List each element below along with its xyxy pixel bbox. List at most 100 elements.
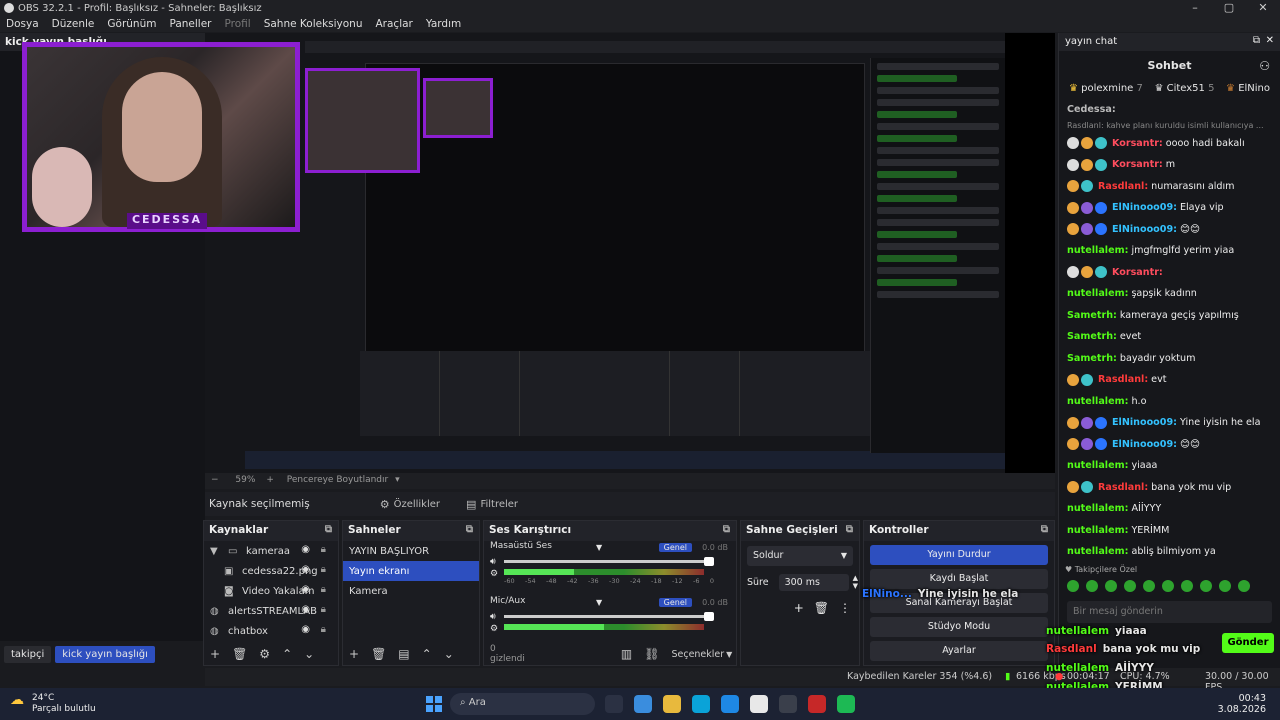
menu-docks[interactable]: Paneller (169, 18, 211, 30)
arrow-down-icon[interactable]: ⌄ (304, 647, 314, 661)
chat-username[interactable]: ElNinooo09: (1112, 219, 1177, 241)
chat-username[interactable]: Sametrh: (1067, 305, 1117, 327)
duration-input[interactable]: 300 ms (778, 573, 849, 591)
chevron-down-icon[interactable]: ▼ (596, 543, 602, 552)
lock-icon[interactable]: 🔒︎ (321, 564, 326, 575)
tab-takipci[interactable]: takipçi (4, 645, 52, 663)
lock-icon[interactable]: 🔒︎ (321, 584, 326, 595)
scene-item[interactable]: YAYIN BAŞLIYOR (343, 541, 479, 561)
speaker-icon[interactable]: 🔊︎ (490, 612, 496, 622)
chat-input[interactable]: Bir mesaj gönderin (1067, 601, 1272, 623)
arrow-up-icon[interactable]: ⌃ (422, 647, 432, 661)
minimize-button[interactable]: – (1178, 0, 1212, 16)
menu-scene-collection[interactable]: Sahne Koleksiyonu (264, 18, 363, 30)
options-button[interactable]: Seçenekler (671, 649, 724, 660)
link-icon[interactable]: ⛓ (644, 647, 659, 661)
taskbar-app-icon[interactable] (663, 695, 681, 713)
slider-knob[interactable] (704, 612, 714, 621)
speaker-icon[interactable]: 🔊︎ (490, 557, 496, 567)
chat-username[interactable]: Sametrh: (1067, 348, 1117, 370)
settings-icon[interactable]: ⚙ (490, 569, 498, 579)
chat-username[interactable]: nutellalem: (1067, 455, 1128, 477)
trash-icon[interactable]: 🗑︎ (232, 647, 247, 661)
add-icon[interactable]: + (210, 647, 220, 661)
fit-mode-select[interactable]: Pencereye Boyutlandır (287, 475, 388, 485)
pop-out-icon[interactable]: ⧉ (1041, 524, 1048, 535)
chevron-down-icon[interactable]: ▼ (596, 598, 602, 607)
start-recording-button[interactable]: Kaydı Başlat (870, 569, 1048, 589)
send-button[interactable]: Gönder (1222, 633, 1274, 653)
transition-select[interactable]: Soldur ▼ (747, 546, 853, 566)
taskbar-app-icon[interactable] (750, 695, 768, 713)
chat-username[interactable]: ElNinooo09: (1112, 197, 1177, 219)
source-item[interactable]: ◍ alertsSTREAMLAB ◉ 🔒︎ (204, 601, 338, 621)
chat-username[interactable]: nutellalem: (1067, 240, 1128, 262)
arrow-up-icon[interactable]: ⌃ (282, 647, 292, 661)
close-button[interactable]: ✕ (1246, 0, 1280, 16)
volume-slider[interactable] (504, 612, 714, 621)
scene-item[interactable]: Kamera (343, 581, 479, 601)
add-icon[interactable]: + (794, 601, 804, 615)
channel-mode[interactable]: Genel (658, 598, 692, 607)
taskbar-app-icon[interactable] (837, 695, 855, 713)
slider-knob[interactable] (704, 557, 714, 566)
expand-arrow-icon[interactable]: ▼ (210, 546, 224, 557)
clock[interactable]: 00:43 3.08.2026 (1218, 693, 1266, 715)
menu-file[interactable]: Dosya (6, 18, 39, 30)
more-icon[interactable]: ⋮ (839, 601, 851, 615)
trash-icon[interactable]: 🗑︎ (814, 601, 829, 615)
leader-item[interactable]: ♛ Citex51 5 (1154, 83, 1214, 97)
pop-out-icon[interactable]: ⧉ (1253, 35, 1260, 46)
source-item[interactable]: ▣ cedessa22.png ◉ 🔒︎ (204, 561, 338, 581)
chat-username[interactable]: nutellalem: (1067, 498, 1128, 520)
properties-button[interactable]: ⚙ Özellikler (370, 496, 450, 513)
pop-out-icon[interactable]: ⧉ (723, 524, 730, 535)
menu-view[interactable]: Görünüm (107, 18, 156, 30)
chat-tab[interactable]: Sohbet ⚇ (1059, 51, 1280, 81)
chat-username[interactable]: Sametrh: (1067, 326, 1117, 348)
tab-kick-title[interactable]: kick yayın başlığı (55, 645, 155, 663)
chat-username[interactable]: nutellalem: (1067, 541, 1128, 563)
arrow-down-icon[interactable]: ⌄ (444, 647, 454, 661)
menu-edit[interactable]: Düzenle (52, 18, 95, 30)
menu-tools[interactable]: Araçlar (376, 18, 413, 30)
gear-icon[interactable]: ⚙ (259, 647, 270, 661)
pop-out-icon[interactable]: ⧉ (325, 524, 332, 535)
taskbar-app-icon[interactable] (692, 695, 710, 713)
chat-username[interactable]: ElNinooo09: (1112, 412, 1177, 434)
maximize-button[interactable]: ▢ (1212, 0, 1246, 16)
program-preview[interactable] (205, 33, 1055, 473)
filters-button[interactable]: ▤ Filtreler (456, 496, 528, 513)
source-item[interactable]: ◍ chatbox ◉ 🔒︎ (204, 621, 338, 641)
taskbar-search[interactable]: ⌕ Ara (450, 693, 595, 715)
settings-icon[interactable]: ⚙ (490, 624, 498, 634)
pop-out-icon[interactable]: ⧉ (846, 524, 853, 535)
chat-username[interactable]: nutellalem: (1067, 520, 1128, 542)
eye-icon[interactable]: ◉ (301, 604, 310, 615)
leader-item[interactable]: ♛ polexmine 7 (1069, 83, 1143, 97)
chat-username[interactable]: Rasdlanl: (1098, 176, 1148, 198)
eye-icon[interactable]: ◉ (301, 544, 310, 555)
chat-username[interactable]: Rasdlanl: (1098, 477, 1148, 499)
leader-item[interactable]: ♛ ElNino (1226, 83, 1270, 97)
taskbar-app-icon[interactable] (634, 695, 652, 713)
chat-username[interactable]: nutellalem: (1067, 391, 1128, 413)
lock-icon[interactable]: 🔒︎ (321, 624, 326, 635)
taskbar-app-icon[interactable] (779, 695, 797, 713)
chat-username[interactable]: ElNinooo09: (1112, 434, 1177, 456)
eye-icon[interactable]: ◉ (301, 564, 310, 575)
windows-start-icon[interactable] (426, 696, 442, 712)
menu-profile[interactable]: Profil (225, 18, 251, 30)
eye-icon[interactable]: ◉ (301, 584, 310, 595)
stop-stream-button[interactable]: Yayını Durdur (870, 545, 1048, 565)
lock-icon[interactable]: 🔒︎ (321, 544, 326, 555)
scene-item-selected[interactable]: Yayın ekranı (343, 561, 479, 581)
spin-icon[interactable]: ▲ ▼ (853, 574, 858, 590)
menu-help[interactable]: Yardım (426, 18, 461, 30)
taskbar-app-icon[interactable] (605, 695, 623, 713)
chat-username[interactable]: Korsantr: (1112, 262, 1163, 284)
chat-username[interactable]: Korsantr: (1112, 154, 1163, 176)
lock-icon[interactable]: 🔒︎ (321, 604, 326, 615)
weather-widget[interactable]: ☁ 24°C Parçalı bulutlu (10, 693, 96, 715)
chat-username[interactable]: Korsantr: (1112, 133, 1163, 155)
